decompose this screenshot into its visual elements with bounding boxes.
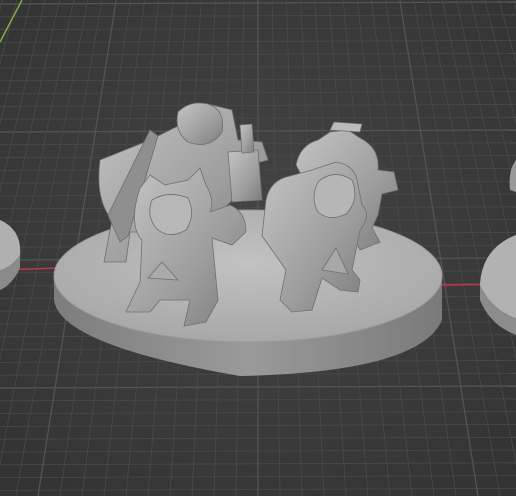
- viewport-canvas[interactable]: [0, 0, 516, 496]
- 3d-viewport[interactable]: [0, 0, 516, 496]
